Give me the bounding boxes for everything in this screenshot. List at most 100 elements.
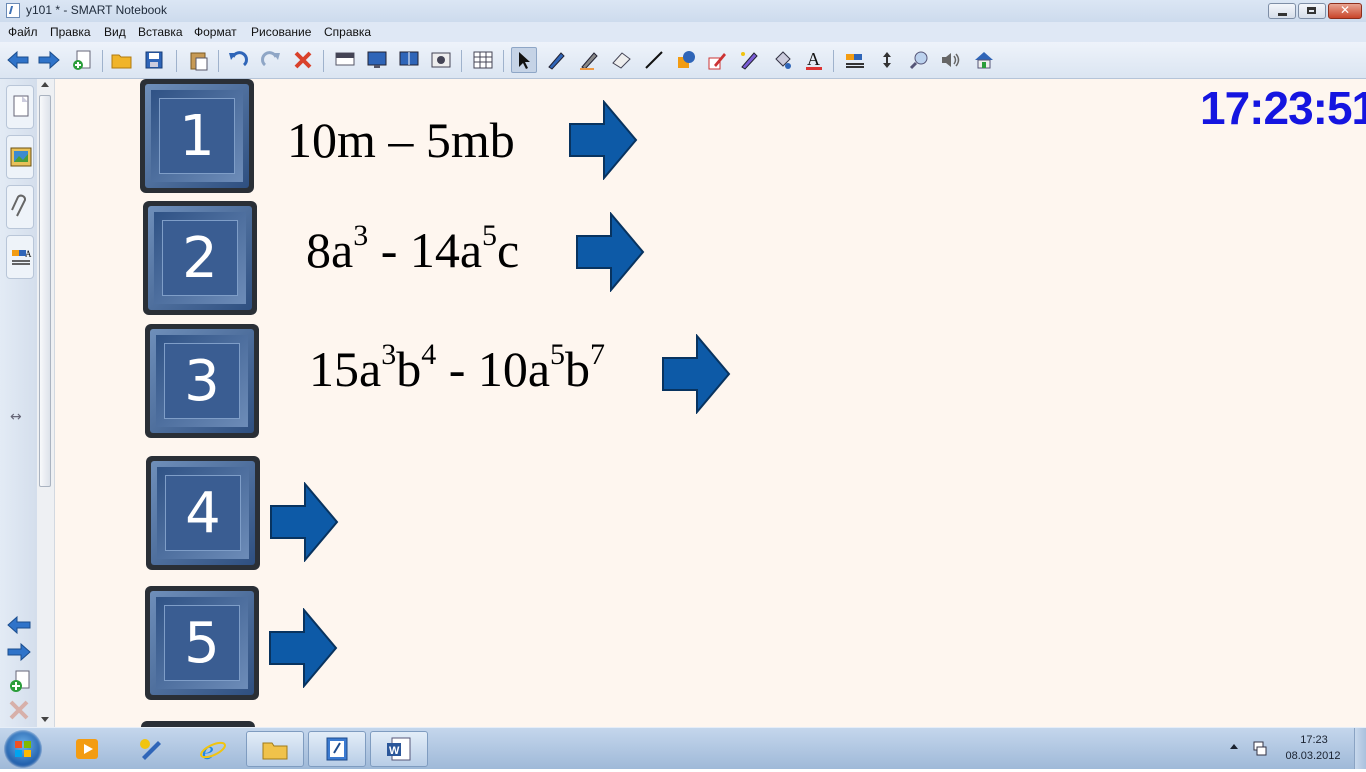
number-button-4[interactable]: 4 <box>146 456 260 570</box>
pen-icon[interactable] <box>543 47 569 73</box>
expression-term: b <box>396 341 422 397</box>
media-player-icon[interactable] <box>58 731 116 767</box>
number-button-2[interactable]: 2 <box>143 201 257 315</box>
save-icon[interactable] <box>141 47 167 73</box>
menu-edit[interactable]: Правка <box>50 25 91 39</box>
expression-term: 15a <box>309 341 382 397</box>
text-icon[interactable]: A <box>801 47 827 73</box>
dual-page-icon[interactable] <box>396 47 422 73</box>
exponent: 5 <box>550 338 566 371</box>
internet-explorer-icon[interactable]: e <box>184 731 242 767</box>
close-button[interactable] <box>1328 3 1362 19</box>
scroll-up-icon[interactable] <box>41 82 49 87</box>
line-icon[interactable] <box>641 47 667 73</box>
svg-text:A: A <box>25 249 32 259</box>
word-icon[interactable]: W <box>370 731 428 767</box>
toolbar-separator <box>218 50 219 72</box>
paste-icon[interactable] <box>186 47 212 73</box>
forward-arrow-icon[interactable] <box>36 47 62 73</box>
undo-icon[interactable] <box>225 47 251 73</box>
menu-view[interactable]: Вид <box>104 25 126 39</box>
file-explorer-icon[interactable] <box>246 731 304 767</box>
smart-notebook-icon[interactable] <box>308 731 366 767</box>
show-hidden-icons-icon[interactable] <box>1230 744 1238 749</box>
arrow-right-icon[interactable] <box>568 100 638 180</box>
gallery-icon <box>10 147 32 167</box>
search-icon[interactable] <box>906 47 932 73</box>
previous-page-icon[interactable] <box>6 615 32 639</box>
table-icon[interactable] <box>470 47 496 73</box>
side-tabs-panel: A ↔ <box>0 79 38 727</box>
paint-icon[interactable] <box>122 731 180 767</box>
scrollbar-thumb[interactable] <box>39 95 51 487</box>
arrow-right-icon[interactable] <box>269 482 339 562</box>
expression-term: - 14a <box>368 222 483 278</box>
redo-icon[interactable] <box>258 47 284 73</box>
menu-insert[interactable]: Вставка <box>138 25 183 39</box>
menu-file[interactable]: Файл <box>8 25 38 39</box>
properties-icon: A <box>12 249 32 265</box>
show-desktop-button[interactable] <box>1354 728 1366 769</box>
tray-date[interactable]: 08.03.2012 <box>1280 750 1346 762</box>
notebook-page-canvas[interactable]: 17:23:51 1 10m – 5mb 2 8a3 - 14a5c 3 15a… <box>55 79 1366 727</box>
next-page-icon[interactable] <box>6 642 32 666</box>
start-button[interactable] <box>4 730 42 768</box>
magic-pen-icon[interactable] <box>704 47 730 73</box>
shape-icon[interactable] <box>673 47 699 73</box>
expression-1: 10m – 5mb <box>287 115 515 165</box>
delete-icon[interactable] <box>290 47 316 73</box>
screen-shade-icon[interactable] <box>332 47 358 73</box>
gallery-tab[interactable] <box>6 135 34 179</box>
vertical-scrollbar[interactable] <box>37 79 55 727</box>
windows-logo-icon <box>15 741 31 757</box>
maximize-button[interactable] <box>1298 3 1326 19</box>
taskbar: e W 17:23 08.03.2012 <box>0 727 1366 769</box>
select-pointer-icon[interactable] <box>511 47 537 73</box>
properties-tab[interactable]: A <box>6 235 34 279</box>
move-toolbar-icon[interactable] <box>874 47 900 73</box>
audio-icon[interactable] <box>938 47 964 73</box>
full-screen-icon[interactable] <box>364 47 390 73</box>
number-button-5[interactable]: 5 <box>145 586 259 700</box>
smart-notebook-app-icon <box>6 3 20 18</box>
attachments-tab[interactable] <box>6 185 34 229</box>
svg-text:A: A <box>807 49 820 69</box>
fill-icon[interactable] <box>769 47 795 73</box>
page-sorter-tab[interactable] <box>6 85 34 129</box>
window-title: у101 * - SMART Notebook <box>26 3 167 17</box>
number-button-3[interactable]: 3 <box>145 324 259 438</box>
menu-format[interactable]: Формат <box>194 25 237 39</box>
number-button-label: 3 <box>184 348 220 414</box>
number-button-label: 1 <box>179 103 215 169</box>
minimize-button[interactable] <box>1268 3 1296 19</box>
menu-draw[interactable]: Рисование <box>251 25 311 39</box>
add-page-icon[interactable] <box>8 669 32 697</box>
shape-recognition-pen-icon[interactable] <box>736 47 762 73</box>
home-icon[interactable] <box>971 47 997 73</box>
arrow-right-icon[interactable] <box>575 212 645 292</box>
network-icon[interactable] <box>1252 740 1268 760</box>
number-button-1[interactable]: 1 <box>140 79 254 193</box>
number-button-label: 4 <box>185 480 221 546</box>
screen-capture-icon[interactable] <box>428 47 454 73</box>
resize-handle-icon[interactable]: ↔ <box>10 409 22 425</box>
add-page-icon[interactable] <box>69 47 95 73</box>
eraser-icon[interactable] <box>608 47 634 73</box>
exponent: 5 <box>482 219 498 252</box>
open-folder-icon[interactable] <box>109 47 135 73</box>
arrow-right-icon[interactable] <box>268 608 338 688</box>
toolbar-separator <box>833 50 834 72</box>
exponent: 3 <box>381 338 397 371</box>
scroll-down-icon[interactable] <box>41 717 49 722</box>
arrow-right-icon[interactable] <box>661 334 731 414</box>
menu-bar: Файл Правка Вид Вставка Формат Рисование… <box>0 22 1366 42</box>
menu-help[interactable]: Справка <box>324 25 371 39</box>
title-bar: у101 * - SMART Notebook <box>0 0 1366 23</box>
tray-time[interactable]: 17:23 <box>1286 734 1342 746</box>
creative-pen-icon[interactable] <box>576 47 602 73</box>
svg-text:W: W <box>389 745 400 757</box>
properties-icon[interactable] <box>842 47 868 73</box>
back-arrow-icon[interactable] <box>5 47 31 73</box>
delete-page-icon[interactable] <box>8 699 30 725</box>
expression-term: 10m – 5mb <box>287 112 515 168</box>
